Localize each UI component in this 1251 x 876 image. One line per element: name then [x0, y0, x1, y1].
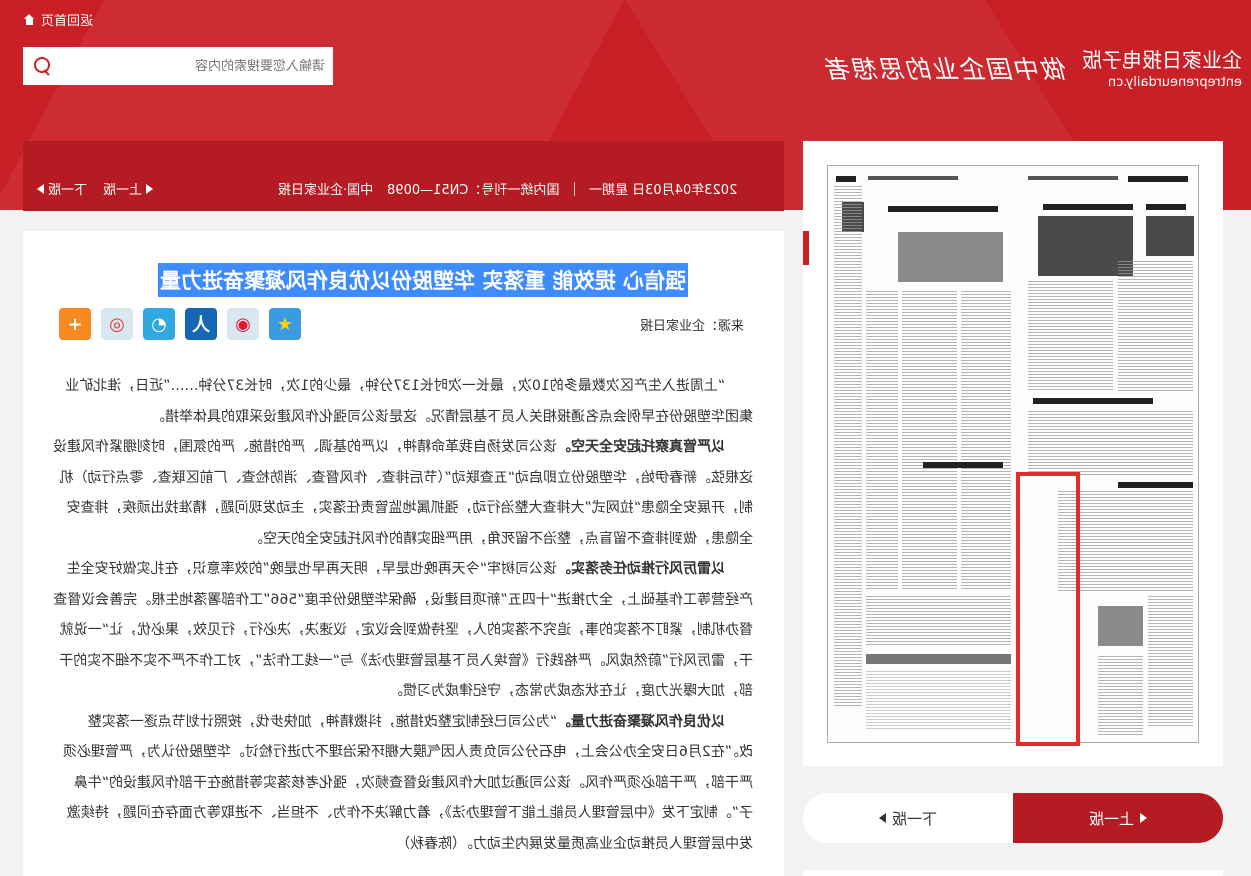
home-link-label: 返回首页: [41, 14, 94, 29]
home-link[interactable]: 返回首页: [24, 10, 93, 29]
photo-decor: [1146, 216, 1194, 256]
paragraph-text: “上周进入生产区次数最多的10次，最长一次时长137分钟，最少的1次，时长37分…: [65, 378, 753, 425]
brand-name: 企业家日报电子版: [1082, 48, 1242, 72]
page-header-decor: [868, 176, 958, 180]
weibo-icon[interactable]: ◉: [227, 308, 259, 340]
article-body: “上周进入生产区次数最多的10次，最长一次时长137分钟，最少的1次，时长37分…: [53, 371, 753, 859]
paragraph: 以严管真察托起安全天空。该公司发扬自我革命精神，以严的基调、严的措施、严的氛围，…: [53, 432, 753, 554]
next-page-label: 下一版: [48, 183, 88, 198]
headline-decor: [1033, 398, 1153, 404]
top-pager: 下一版 上一版: [37, 179, 154, 198]
issue-info-bar: 下一版 上一版 中国·企业家日报 国内统一刊号：CN51—0098 2023年0…: [23, 141, 784, 211]
paragraph-lead: 以优良作风凝聚奋进力量。: [557, 713, 725, 730]
bottom-pager: 下一版 上一版: [803, 793, 1223, 843]
divider: [573, 181, 575, 196]
page-header-decor: [836, 176, 856, 182]
headline-decor: [1118, 482, 1193, 488]
prev-page-label: 上一版: [103, 183, 143, 198]
slogan-text: 做中国企业的思想者: [825, 55, 1069, 84]
prev-page-link[interactable]: 上一版: [103, 179, 154, 198]
article-source: 来源：企业家日报: [640, 315, 744, 334]
article-source-text: 来源：企业家日报: [640, 319, 745, 334]
paragraph-lead: 以严管真察托起安全天空。: [557, 439, 725, 455]
photo-decor: [898, 232, 1003, 282]
arrow-right-icon: [146, 183, 154, 194]
issue-date: 2023年04月03日 星期一: [588, 183, 737, 198]
headline-decor: [1146, 204, 1186, 210]
text-column-decor: [1148, 596, 1193, 726]
paragraph: 以优良作风凝聚奋进力量。“为公司已经制定整改措施，抖擞精神，加快步伐，按照计划节…: [53, 707, 753, 860]
paragraph-lead: 以雷厉风行推动任务落实。: [557, 561, 725, 577]
renren-icon[interactable]: 人: [185, 308, 217, 340]
headline-decor: [888, 206, 998, 212]
paragraph: 以雷厉风行推动任务落实。该公司树牢“今天再晚也是早，明天再早也是晚”的效率意识，…: [53, 554, 753, 707]
arrow-right-icon: [1140, 813, 1147, 823]
search-input[interactable]: [59, 58, 325, 74]
qzone-icon[interactable]: ★: [269, 308, 301, 340]
article-panel: 强信心 提效能 重落实 华塑股份以优良作风凝聚奋进力量 + ◎ ◔ 人 ◉ ★ …: [23, 231, 784, 876]
brand[interactable]: 企业家日报电子版 entrepreneurdaily.cn: [1082, 44, 1242, 90]
page-header-decor: [1028, 176, 1118, 180]
paragraph-text: “为公司已经制定整改措施，抖擞精神，加快步伐，按照计划节点逐一落实整改。”在2月…: [62, 713, 753, 852]
text-column-decor: [866, 291, 898, 591]
search-icon[interactable]: [31, 56, 51, 76]
paper-name: 中国·企业家日报: [278, 183, 374, 198]
next-page-button[interactable]: 下一版: [803, 793, 1013, 843]
page-header-decor: [1128, 176, 1188, 182]
headline-decor: [1043, 204, 1133, 210]
text-column-decor: [1028, 411, 1193, 476]
headline-decor: [923, 462, 1003, 468]
issue-meta: 中国·企业家日报 国内统一刊号：CN51—0098 2023年04月03日 星期…: [278, 179, 737, 198]
article-title: 强信心 提效能 重落实 华塑股份以优良作风凝聚奋进力量: [158, 263, 688, 297]
issn: 国内统一刊号：CN51—0098: [387, 183, 560, 198]
page-thumbnail-panel: [803, 141, 1223, 766]
headline-decor: [866, 654, 1011, 664]
more-share-icon[interactable]: +: [59, 308, 91, 340]
text-column-decor: [902, 291, 957, 591]
brand-url: entrepreneurdaily.cn: [1107, 75, 1242, 90]
search-box[interactable]: [23, 47, 333, 85]
text-column-decor: [866, 596, 1011, 646]
next-page-link[interactable]: 下一版: [37, 179, 87, 198]
kaixin-icon[interactable]: ◎: [101, 308, 133, 340]
share-bar: + ◎ ◔ 人 ◉ ★: [59, 308, 301, 340]
selected-article-frame[interactable]: [1016, 472, 1080, 746]
slogan: 做中国企业的思想者: [825, 50, 1068, 86]
text-column-decor: [866, 671, 1011, 731]
prev-page-button[interactable]: 上一版: [1013, 793, 1223, 843]
text-column-decor: [834, 186, 862, 706]
prev-page-button-label: 上一版: [1088, 809, 1134, 828]
article-title-text: 强信心 提效能 重落实 华塑股份以优良作风凝聚奋进力量: [160, 269, 686, 293]
text-column-decor: [1118, 261, 1193, 391]
photo-decor: [1098, 606, 1143, 646]
paragraph: “上周进入生产区次数最多的10次，最长一次时长137分钟，最少的1次，时长37分…: [53, 371, 753, 432]
arrow-left-icon: [878, 813, 886, 823]
newspaper-page-image[interactable]: [827, 165, 1199, 743]
text-column-decor: [1028, 281, 1113, 391]
paragraph-text: 该公司发扬自我革命精神，以严的基调、严的措施、严的氛围，时刻绷紧作风建设这根弦。…: [53, 439, 753, 547]
arrow-left-icon: [37, 183, 44, 194]
next-page-button-label: 下一版: [891, 809, 937, 828]
bottom-card: [803, 870, 1223, 876]
text-column-decor: [1098, 656, 1143, 736]
text-column-decor: [961, 291, 1011, 591]
home-icon: [24, 14, 35, 25]
panel-marker: [803, 231, 809, 265]
paragraph-text: 该公司树牢“今天再晚也是早，明天再早也是晚”的效率意识，在扎实做好安全生产经营等…: [53, 561, 753, 699]
tqq-icon[interactable]: ◔: [143, 308, 175, 340]
